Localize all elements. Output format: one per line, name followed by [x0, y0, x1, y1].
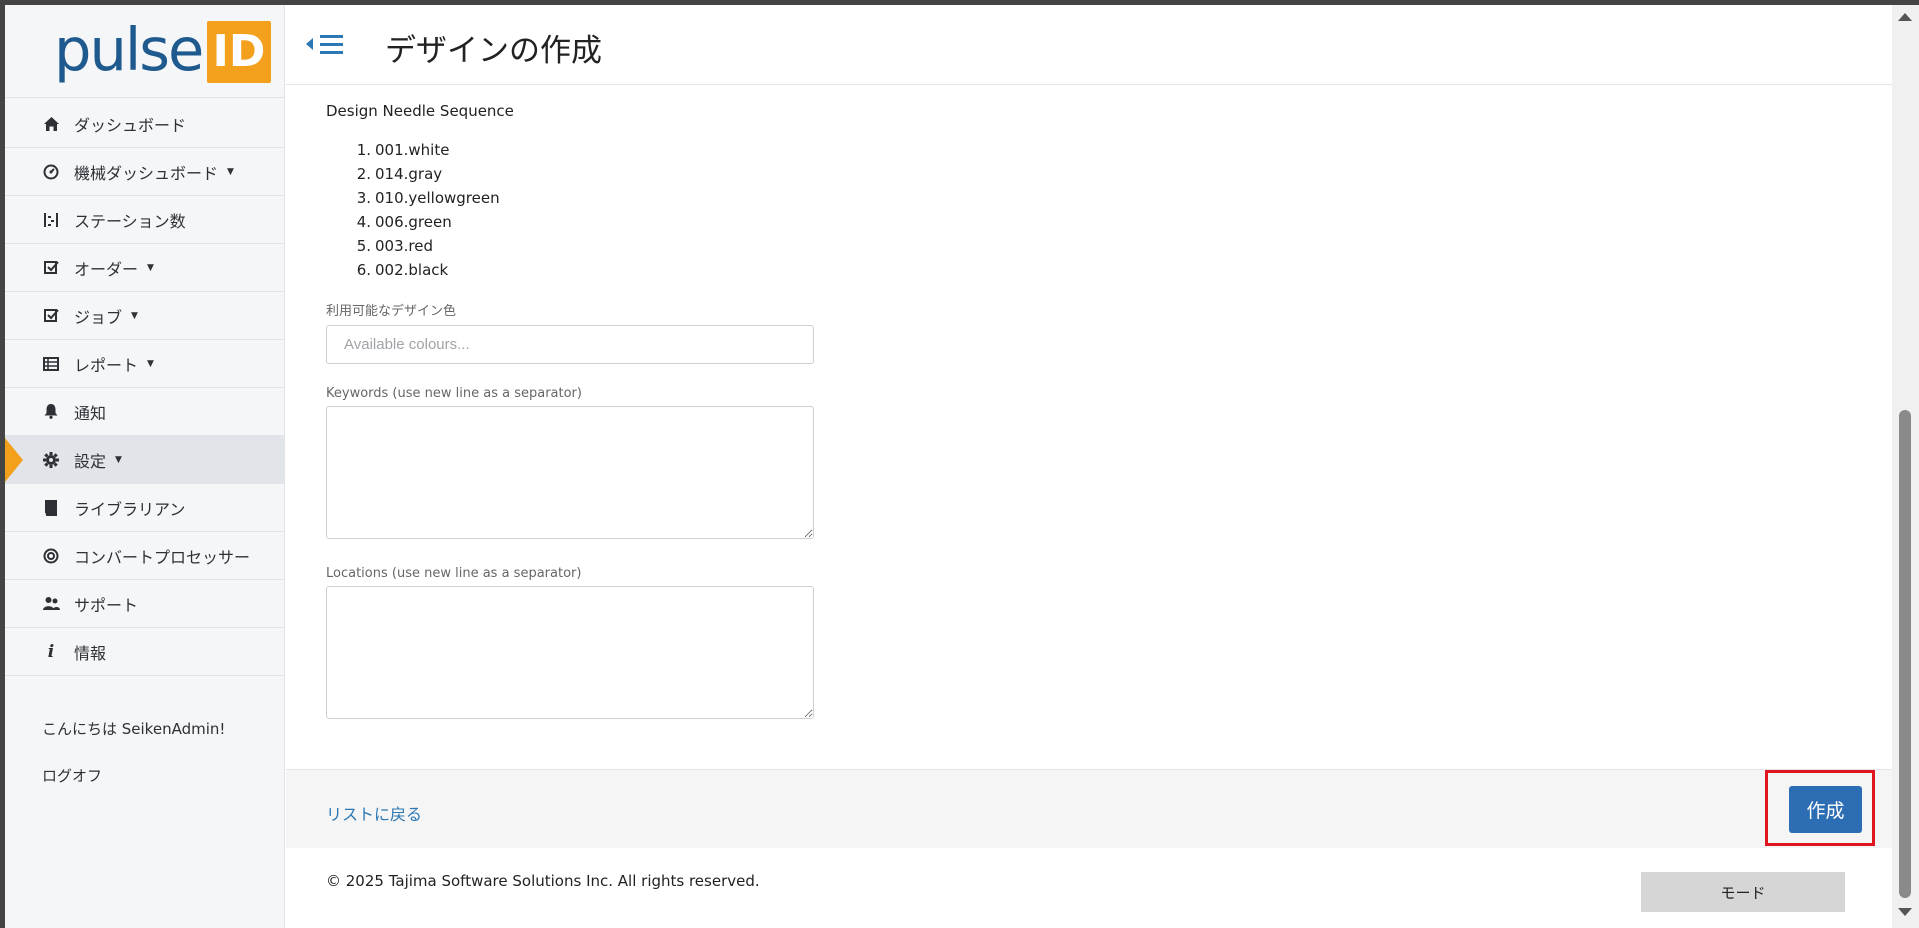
- hamburger-icon: [306, 35, 343, 54]
- needle-sequence-list: 1. 001.white 2. 014.gray 3. 010.yellowgreen…: [355, 138, 1226, 282]
- scroll-down-icon[interactable]: [1898, 908, 1912, 916]
- chevron-down-icon: ▼: [147, 358, 154, 369]
- sidebar-item-label: コンバートプロセッサー: [74, 547, 251, 567]
- sidebar-item-label: ダッシュボード: [74, 115, 187, 135]
- sidebar-item-settings[interactable]: 設定 ▼: [5, 436, 285, 484]
- back-to-list-link[interactable]: リストに戻る: [326, 801, 422, 825]
- home-icon: [42, 115, 60, 133]
- logout-link[interactable]: ログオフ: [42, 765, 102, 786]
- sidebar-item-label: ジョブ: [74, 307, 123, 327]
- sidebar-nav: ダッシュボード 機械ダッシュボード ▼ ステーション数 オーダー ▼ ジョブ ▼…: [5, 100, 285, 676]
- scroll-up-icon[interactable]: [1898, 13, 1912, 21]
- bell-icon: [42, 403, 60, 421]
- check-square-icon: [42, 307, 60, 325]
- sidebar-item-info[interactable]: i 情報: [5, 628, 285, 676]
- gear-icon: [42, 451, 60, 469]
- app-window: pulse ID ダッシュボード 機械ダッシュボード ▼ ステーション数 オーダ…: [5, 5, 1897, 928]
- create-button[interactable]: 作成: [1789, 786, 1862, 833]
- list-item: 2. 014.gray: [356, 165, 443, 183]
- list-item: 5. 003.red: [356, 237, 433, 255]
- mode-button[interactable]: モード: [1641, 872, 1845, 912]
- design-form: Design Needle Sequence 1. 001.white 2. 014…: [326, 102, 1226, 719]
- page-title: デザインの作成: [385, 33, 602, 69]
- locations-textarea[interactable]: [326, 586, 814, 719]
- chevron-down-icon: ▼: [147, 262, 154, 273]
- sidebar-item-dashboard[interactable]: ダッシュボード: [5, 100, 285, 148]
- menu-toggle-button[interactable]: [306, 32, 350, 58]
- sidebar-item-label: レポート: [74, 355, 139, 375]
- sidebar-item-label: 機械ダッシュボード: [74, 163, 219, 183]
- chevron-down-icon: ▼: [115, 454, 122, 465]
- form-action-bar: リストに戻る 作成: [286, 769, 1897, 848]
- logo-badge: ID: [207, 21, 271, 83]
- list-item: 4. 006.green: [356, 213, 452, 231]
- check-square-icon: [42, 259, 60, 277]
- sidebar-item-notifications[interactable]: 通知: [5, 388, 285, 436]
- sidebar-item-label: 設定: [74, 451, 107, 471]
- colours-input[interactable]: [326, 325, 814, 364]
- sidebar-item-label: 通知: [74, 403, 107, 423]
- info-icon: i: [47, 641, 55, 662]
- scroll-thumb[interactable]: [1899, 410, 1911, 898]
- chevron-down-icon: ▼: [227, 166, 234, 177]
- sidebar-item-label: ライブラリアン: [74, 499, 186, 519]
- sidebar-item-librarian[interactable]: ライブラリアン: [5, 484, 285, 532]
- user-greeting: こんにちは SeikenAdmin!: [42, 720, 226, 738]
- sidebar-item-stations[interactable]: ステーション数: [5, 196, 285, 244]
- sidebar-item-label: オーダー: [74, 259, 139, 279]
- sidebar: pulse ID ダッシュボード 機械ダッシュボード ▼ ステーション数 オーダ…: [5, 5, 285, 928]
- gauge-icon: [42, 163, 60, 181]
- book-icon: [42, 499, 60, 517]
- list-item: 6. 002.black: [356, 261, 449, 279]
- needle-sequence-title: Design Needle Sequence: [326, 102, 514, 120]
- sidebar-item-jobs[interactable]: ジョブ ▼: [5, 292, 285, 340]
- page-header: デザインの作成: [286, 5, 1897, 85]
- logo[interactable]: pulse ID: [5, 5, 285, 98]
- sidebar-item-machine-dashboard[interactable]: 機械ダッシュボード ▼: [5, 148, 285, 196]
- sidebar-item-convert-processor[interactable]: コンバートプロセッサー: [5, 532, 285, 580]
- locations-label: Locations (use new line as a separator): [326, 566, 582, 581]
- keywords-textarea[interactable]: [326, 406, 814, 539]
- sidebar-item-label: ステーション数: [74, 211, 186, 231]
- chevron-down-icon: ▼: [131, 310, 138, 321]
- sidebar-item-orders[interactable]: オーダー ▼: [5, 244, 285, 292]
- sidebar-item-reports[interactable]: レポート ▼: [5, 340, 285, 388]
- vertical-scrollbar[interactable]: [1892, 5, 1919, 928]
- stations-icon: [42, 211, 60, 229]
- copyright-text: © 2025 Tajima Software Solutions Inc. Al…: [326, 872, 760, 890]
- sidebar-item-support[interactable]: サポート: [5, 580, 285, 628]
- table-icon: [42, 355, 60, 373]
- users-icon: [42, 595, 60, 613]
- target-icon: [42, 547, 60, 565]
- sidebar-item-label: サポート: [74, 595, 139, 615]
- logo-text: pulse: [54, 15, 204, 84]
- colours-label: 利用可能なデザイン色: [326, 304, 457, 319]
- sidebar-item-label: 情報: [74, 643, 107, 663]
- keywords-label: Keywords (use new line as a separator): [326, 386, 582, 401]
- list-item: 3. 010.yellowgreen: [356, 189, 500, 207]
- list-item: 1. 001.white: [356, 141, 450, 159]
